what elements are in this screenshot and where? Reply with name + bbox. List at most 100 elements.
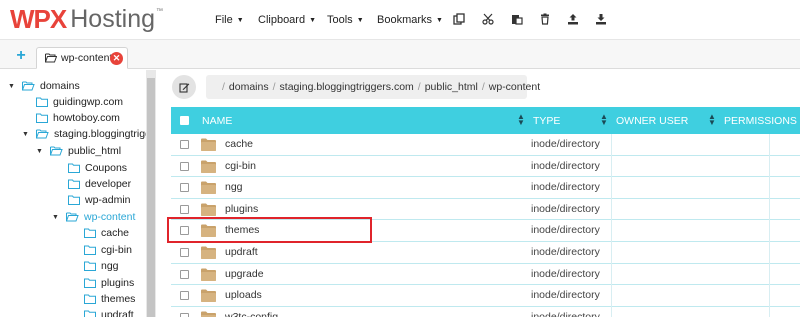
- row-checkbox[interactable]: [180, 312, 189, 317]
- close-icon[interactable]: ✕: [110, 52, 123, 65]
- caret-down-icon[interactable]: ▼: [36, 148, 44, 155]
- chevron-down-icon: ▼: [436, 16, 443, 24]
- table-row[interactable]: updraft inode/directory: [171, 242, 800, 264]
- breadcrumb-item-wp-content[interactable]: wp-content: [489, 81, 540, 93]
- wpx-hosting-logo[interactable]: WPX Hosting ™: [10, 4, 163, 34]
- column-header-permissions[interactable]: PERMISSIONS: [724, 107, 797, 134]
- tree-item-ngg[interactable]: ngg: [84, 258, 119, 274]
- logo-trademark: ™: [156, 7, 163, 15]
- menu-bookmarks[interactable]: Bookmarks ▼: [377, 0, 443, 40]
- tree-item-developer[interactable]: developer: [68, 176, 131, 192]
- row-checkbox[interactable]: [180, 269, 189, 279]
- file-type: inode/directory: [531, 267, 600, 280]
- chevron-down-icon: ▼: [309, 16, 317, 24]
- file-name[interactable]: w3tc-config: [225, 311, 278, 317]
- table-row[interactable]: cache inode/directory: [171, 134, 800, 156]
- tree-label: wp-admin: [85, 194, 131, 206]
- tree-item-wp-admin[interactable]: wp-admin: [68, 192, 131, 208]
- download-icon[interactable]: [594, 12, 608, 26]
- folder-open-icon: [50, 146, 63, 156]
- sort-icon[interactable]: ▲ ▼: [600, 113, 608, 127]
- column-header-name[interactable]: NAME: [202, 107, 232, 134]
- breadcrumb-separator: /: [222, 81, 225, 93]
- breadcrumb-separator: /: [417, 81, 421, 93]
- breadcrumb-item-domains[interactable]: domains: [229, 81, 269, 93]
- row-checkbox[interactable]: [180, 183, 189, 193]
- tree-label: ngg: [101, 260, 119, 272]
- menu-clipboard[interactable]: Clipboard ▼: [258, 0, 316, 40]
- folder-icon: [201, 268, 216, 281]
- folder-icon: [84, 228, 96, 238]
- cut-icon[interactable]: [481, 12, 495, 26]
- select-all-checkbox[interactable]: [180, 107, 189, 134]
- edit-path-button[interactable]: [172, 75, 196, 99]
- tree-item-public-html[interactable]: ▼ public_html: [36, 143, 121, 159]
- table-row[interactable]: uploads inode/directory: [171, 285, 800, 307]
- folder-open-icon: [45, 53, 57, 63]
- caret-down-icon[interactable]: ▼: [8, 83, 16, 90]
- breadcrumb-item-staging[interactable]: staging.bloggingtriggers.com: [280, 81, 414, 93]
- column-header-owner[interactable]: OWNER USER: [616, 107, 688, 134]
- caret-down-icon[interactable]: ▼: [52, 214, 60, 221]
- copy-icon[interactable]: [452, 12, 466, 26]
- menu-clipboard-label: Clipboard: [258, 14, 306, 26]
- row-checkbox[interactable]: [180, 140, 189, 149]
- folder-icon: [201, 203, 216, 216]
- tree-item-howtoboy[interactable]: howtoboy.com: [36, 110, 120, 126]
- folder-icon: [36, 113, 48, 123]
- tree-label: guidingwp.com: [53, 96, 124, 108]
- table-row[interactable]: ngg inode/directory: [171, 177, 800, 199]
- tree-item-coupons[interactable]: Coupons: [68, 160, 127, 176]
- menu-tools[interactable]: Tools ▼: [327, 0, 364, 40]
- trash-icon[interactable]: [538, 12, 552, 26]
- tree-item-domains[interactable]: ▼ domains: [8, 78, 80, 94]
- breadcrumb-separator: /: [272, 81, 276, 93]
- file-name[interactable]: updraft: [225, 246, 258, 258]
- tree-label: public_html: [68, 145, 122, 157]
- file-name[interactable]: uploads: [225, 289, 262, 301]
- row-checkbox[interactable]: [180, 248, 189, 257]
- file-type: inode/directory: [531, 246, 600, 258]
- add-tab-button[interactable]: +: [14, 48, 28, 64]
- tree-item-cache[interactable]: cache: [84, 225, 129, 241]
- file-name[interactable]: plugins: [225, 203, 258, 215]
- upload-icon[interactable]: [566, 12, 580, 26]
- tree-item-wp-content[interactable]: ▼ wp-content: [52, 209, 135, 225]
- tree-item-plugins[interactable]: plugins: [84, 275, 134, 291]
- tree-item-staging[interactable]: ▼ staging.bloggingtrigg: [22, 126, 151, 142]
- table-row[interactable]: w3tc-config inode/directory: [171, 307, 800, 317]
- row-checkbox[interactable]: [180, 204, 189, 214]
- folder-icon: [84, 294, 96, 304]
- folder-icon: [68, 163, 80, 173]
- table-row[interactable]: upgrade inode/directory: [171, 264, 800, 286]
- sidebar-scrollbar-thumb[interactable]: [147, 78, 155, 317]
- sort-icon[interactable]: ▲ ▼: [517, 113, 525, 127]
- menu-file[interactable]: File ▼: [215, 0, 244, 40]
- file-name[interactable]: upgrade: [225, 268, 264, 280]
- breadcrumb-item-public-html[interactable]: public_html: [425, 81, 478, 93]
- menu-file-label: File: [215, 14, 233, 26]
- paste-icon[interactable]: [510, 12, 524, 26]
- caret-down-icon[interactable]: ▼: [22, 131, 30, 138]
- sort-icon[interactable]: ▲ ▼: [708, 113, 716, 127]
- tab-wp-content[interactable]: wp-content ✕: [36, 47, 128, 69]
- file-name[interactable]: cgi-bin: [225, 160, 256, 172]
- row-checkbox[interactable]: [180, 161, 189, 171]
- folder-icon: [36, 97, 48, 107]
- file-type: inode/directory: [531, 181, 600, 194]
- tree-label: plugins: [101, 277, 135, 289]
- tree-label: wp-content: [84, 211, 136, 223]
- column-name-label: NAME: [202, 114, 233, 127]
- file-name[interactable]: cache: [225, 138, 253, 150]
- file-name[interactable]: ngg: [225, 181, 243, 193]
- top-bar: WPX Hosting ™ File ▼ Clipboard ▼ Tools ▼ Bo…: [0, 0, 800, 40]
- tree-item-updraft[interactable]: updraft: [84, 307, 134, 317]
- tree-item-themes[interactable]: themes: [84, 291, 135, 307]
- tree-item-cgi-bin[interactable]: cgi-bin: [84, 242, 132, 258]
- tree-item-guidingwp[interactable]: guidingwp.com: [36, 94, 123, 110]
- checkbox[interactable]: [180, 116, 189, 125]
- column-header-type[interactable]: TYPE: [533, 107, 560, 134]
- file-table-header: NAME ▲ ▼ TYPE ▲ ▼ OWNER USER ▲ ▼ PERMISSION…: [171, 107, 800, 134]
- row-checkbox[interactable]: [180, 291, 189, 301]
- table-row[interactable]: cgi-bin inode/directory: [171, 156, 800, 178]
